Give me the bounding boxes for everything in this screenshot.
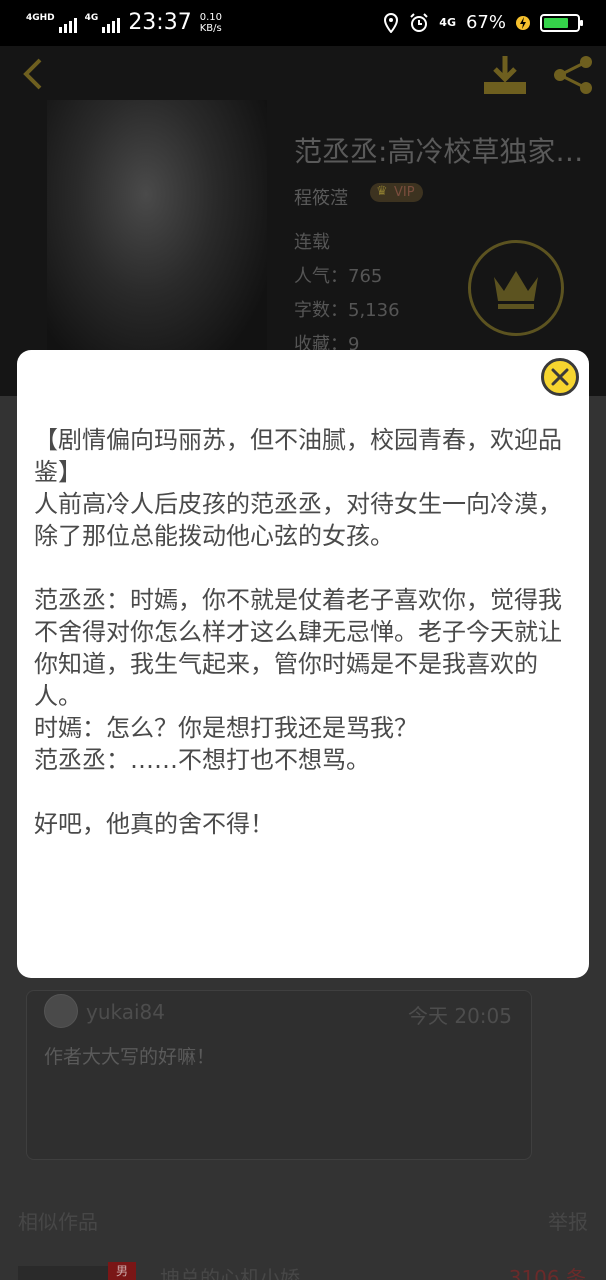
vip-badge: VIP bbox=[370, 183, 423, 202]
crown-icon bbox=[494, 271, 538, 309]
alarm-icon bbox=[410, 12, 429, 32]
signal-icon-2: 4G bbox=[85, 13, 121, 33]
speed-value: 0.10 bbox=[199, 11, 222, 23]
location-icon bbox=[384, 12, 399, 33]
synopsis-line: 好吧，他真的舍不得！ bbox=[34, 810, 274, 838]
synopsis-line: 范丞丞：……不想打也不想骂。 bbox=[34, 746, 370, 774]
serial-status: 连载 bbox=[294, 232, 330, 253]
speed-unit: KB/s bbox=[199, 22, 222, 34]
synopsis-line bbox=[34, 776, 576, 808]
similar-item-count: 3106 条 bbox=[508, 1266, 586, 1280]
synopsis-line: 人前高冷人后皮孩的范丞丞，对待女生一向冷漠，除了那位总能拨动他心弦的女孩。 bbox=[34, 490, 562, 550]
avatar[interactable] bbox=[44, 994, 78, 1028]
status-bar: 4GHD 4G 23:37 0.10 KB/s 4G 67% bbox=[0, 0, 606, 46]
author-name[interactable]: 程筱滢 bbox=[294, 184, 348, 210]
download-icon[interactable] bbox=[482, 54, 528, 96]
back-arrow-icon[interactable] bbox=[18, 56, 48, 92]
battery-icon bbox=[540, 13, 583, 32]
word-count: 字数：5,136 bbox=[294, 300, 400, 321]
clock: 23:37 bbox=[128, 10, 192, 35]
synopsis-text: 【剧情偏向玛丽苏，但不油腻，校园青春，欢迎品鉴】 人前高冷人后皮孩的范丞丞，对待… bbox=[34, 424, 576, 840]
crown-button[interactable] bbox=[468, 240, 564, 336]
battery-percent: 67% bbox=[465, 12, 506, 33]
close-icon bbox=[551, 368, 569, 386]
comment-text: 作者大大写的好嘛！ bbox=[44, 1046, 216, 1068]
close-button[interactable] bbox=[541, 358, 579, 396]
network-type: 4G bbox=[439, 16, 456, 29]
popularity: 人气：765 bbox=[294, 266, 383, 287]
similar-heading: 相似作品 bbox=[18, 1210, 98, 1234]
book-cover[interactable] bbox=[47, 100, 267, 370]
similar-item-tag: 男 bbox=[108, 1262, 136, 1280]
network-speed: 0.10 KB/s bbox=[200, 12, 222, 34]
report-link[interactable]: 举报 bbox=[548, 1206, 588, 1235]
synopsis-line: 【剧情偏向玛丽苏，但不油腻，校园青春，欢迎品鉴】 bbox=[34, 426, 562, 486]
signal-label-2: 4G bbox=[84, 12, 99, 23]
synopsis-line bbox=[34, 552, 576, 584]
comment-user[interactable]: yukai84 bbox=[86, 1000, 165, 1024]
comment-time: 今天 20:05 bbox=[408, 1004, 512, 1028]
share-icon[interactable] bbox=[550, 54, 596, 96]
battery-level bbox=[544, 17, 569, 28]
book-title: 范丞丞:高冷校草独家… bbox=[294, 135, 584, 168]
signal-icon: 4GHD bbox=[26, 13, 77, 33]
similar-item-title[interactable]: 坤总的心机小娇 bbox=[160, 1262, 300, 1280]
signal-label: 4GHD bbox=[26, 12, 55, 23]
synopsis-line: 时嫣：怎么？你是想打我还是骂我？ bbox=[34, 714, 418, 742]
charging-icon bbox=[516, 15, 530, 30]
synopsis-line: 范丞丞：时嫣，你不就是仗着老子喜欢你，觉得我不舍得对你怎么样才这么肆无忌惮。老子… bbox=[34, 586, 562, 710]
